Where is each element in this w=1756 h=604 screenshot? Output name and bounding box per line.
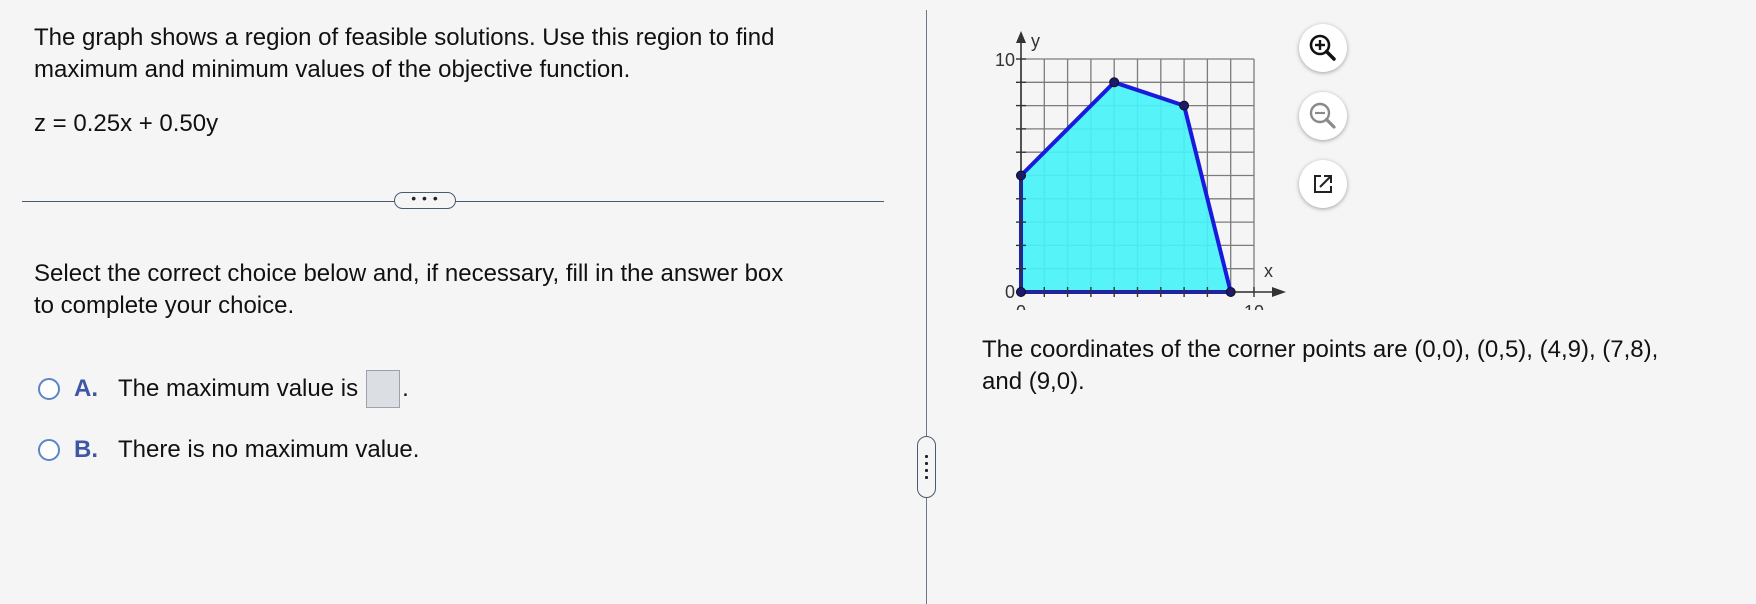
question-line-1: The graph shows a region of feasible sol… (34, 24, 775, 51)
zoom-out-icon (1309, 102, 1336, 129)
external-link-icon (1314, 175, 1332, 193)
x-tick-label-0: 0 (1016, 302, 1026, 310)
choice-a-text: The maximum value is (118, 375, 359, 402)
x-axis-label: x (1264, 261, 1273, 281)
choice-b-text: There is no maximum value. (118, 436, 420, 463)
pane-separator (926, 10, 927, 604)
question-line-2: maximum and minimum values of the object… (34, 56, 631, 83)
corner-points-text: The coordinates of the corner points are… (982, 334, 1742, 398)
instructions-line-1: Select the correct choice below and, if … (34, 260, 784, 287)
zoom-in-icon (1309, 34, 1336, 61)
pane-resize-handle[interactable] (917, 436, 936, 498)
instructions-text: Select the correct choice below and, if … (34, 258, 874, 322)
corner-points-line-2: and (9,0). (982, 368, 1085, 395)
corner-point (1109, 77, 1120, 88)
choice-a-radio[interactable] (38, 378, 60, 400)
choice-b-letter: B. (74, 436, 98, 463)
corner-point (1016, 287, 1026, 297)
choice-b[interactable]: B. There is no maximum value. (38, 433, 419, 467)
choice-b-radio[interactable] (38, 439, 60, 461)
y-tick-label-10: 10 (995, 50, 1015, 70)
question-pane: The graph shows a region of feasible sol… (0, 0, 925, 604)
popout-button[interactable] (1299, 160, 1347, 208)
objective-function: z = 0.25x + 0.50y (34, 110, 219, 137)
corner-point (1179, 100, 1190, 111)
feasible-region (1019, 80, 1233, 294)
y-axis-label: y (1031, 31, 1040, 51)
y-tick-label-0: 0 (1005, 282, 1015, 302)
choice-a[interactable]: A. The maximum value is . (38, 370, 409, 408)
question-text: The graph shows a region of feasible sol… (34, 22, 874, 86)
y-axis-arrow (1016, 31, 1026, 43)
corner-points-line-1: The coordinates of the corner points are… (982, 336, 1659, 363)
feasible-region-graph: y x 10 0 0 10 (995, 31, 1286, 310)
instructions-line-2: to complete your choice. (34, 292, 295, 319)
corner-point (1225, 287, 1236, 297)
expand-more-button[interactable]: • • • (394, 191, 456, 209)
choice-a-letter: A. (74, 375, 98, 402)
choice-a-period: . (402, 375, 409, 402)
x-tick-label-10: 10 (1244, 302, 1264, 310)
zoom-out-button[interactable] (1299, 92, 1347, 140)
corner-point (1016, 170, 1026, 181)
maximum-value-input[interactable] (366, 370, 401, 408)
x-axis-arrow (1272, 287, 1286, 297)
zoom-in-button[interactable] (1299, 24, 1347, 72)
